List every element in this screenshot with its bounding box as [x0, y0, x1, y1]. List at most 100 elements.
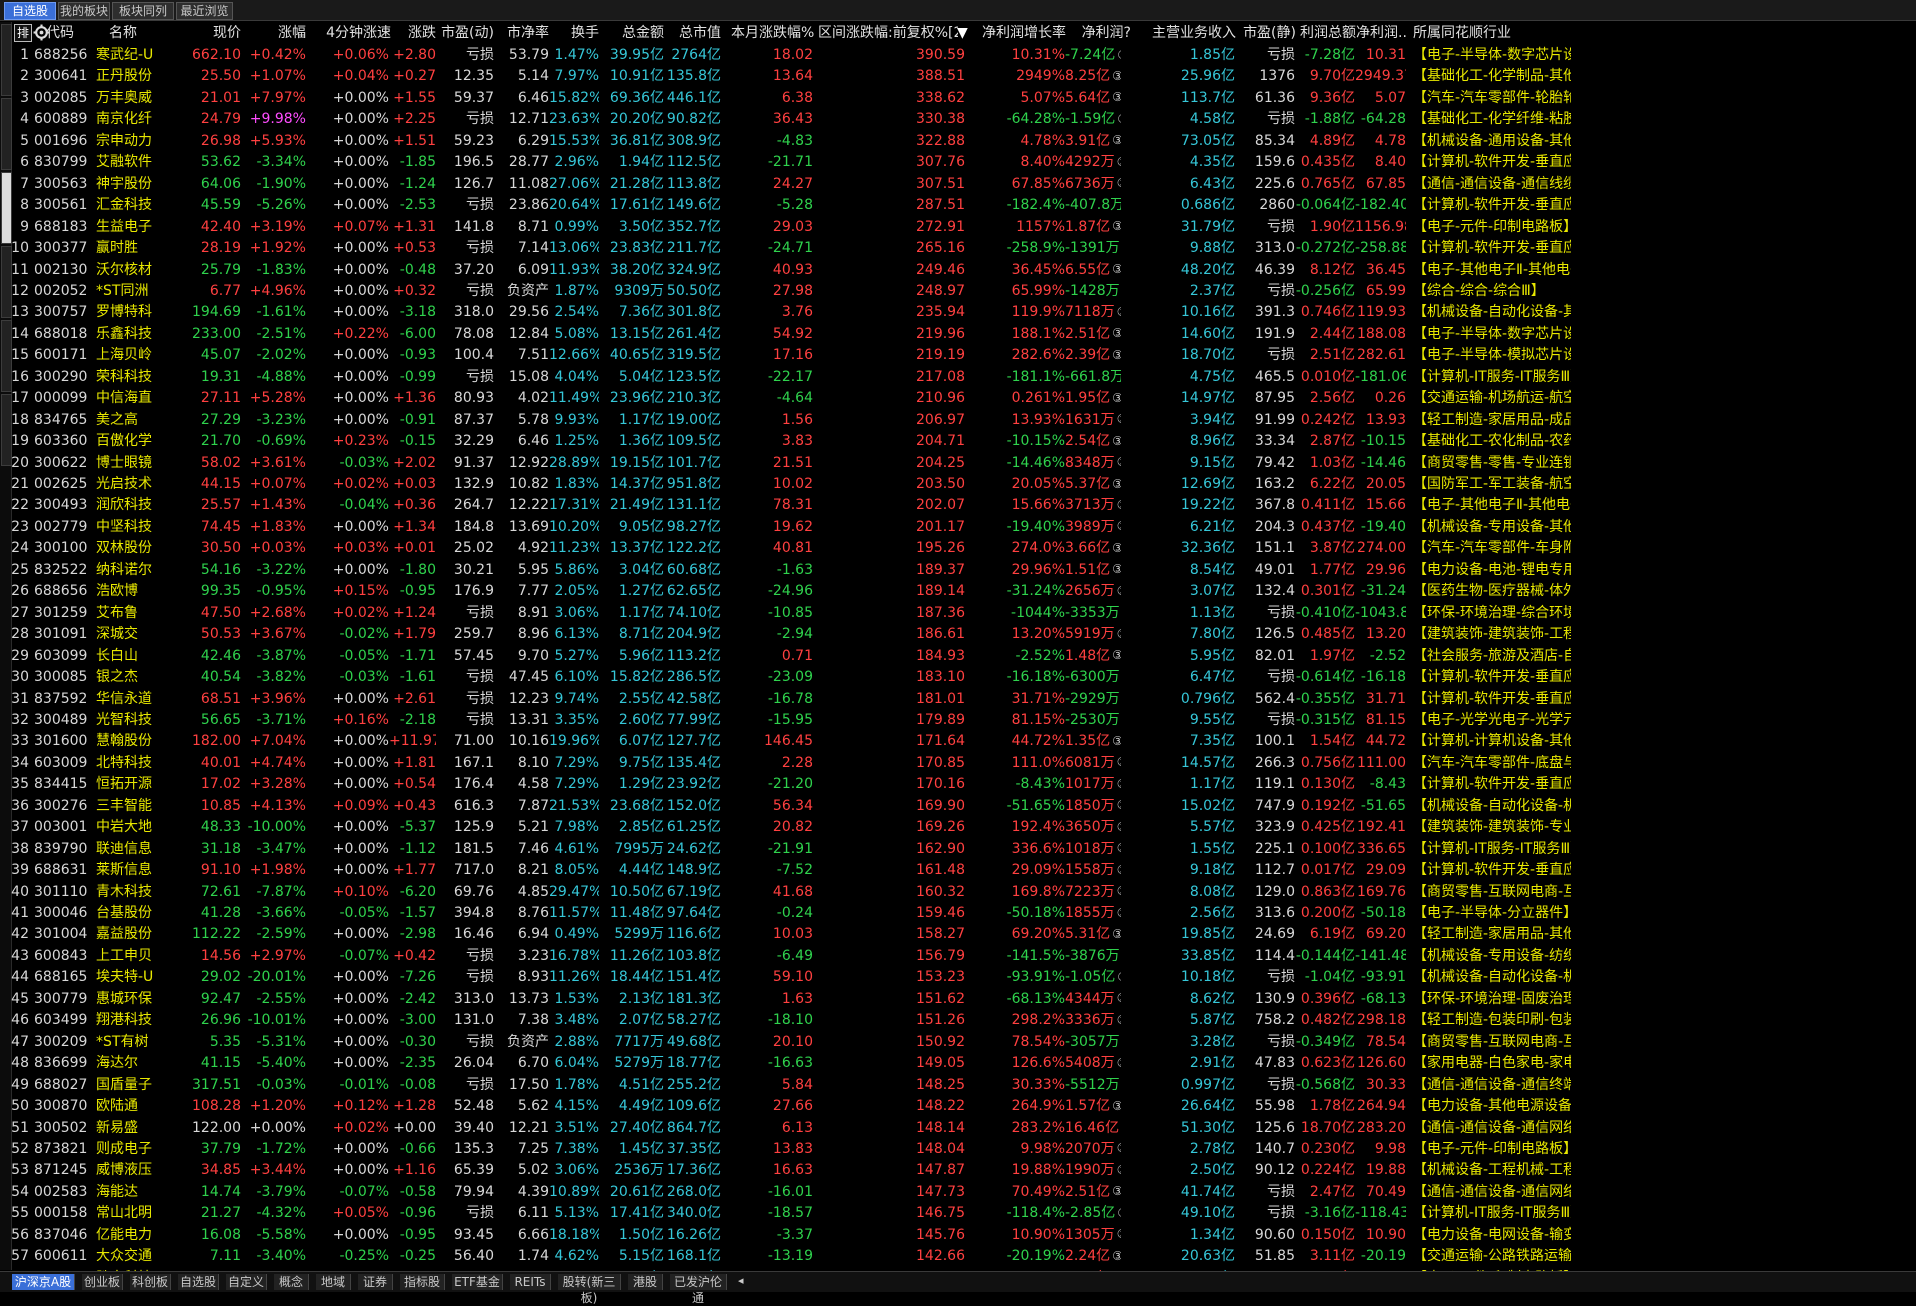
- bottom-tab-12[interactable]: 港股: [628, 1274, 663, 1290]
- industry[interactable]: 【建筑装饰-建筑装饰-专业工...】: [1413, 817, 1571, 838]
- stock-name[interactable]: 亿能电力: [96, 1225, 171, 1246]
- info-badge-icon[interactable]: ③: [1117, 177, 1121, 189]
- industry[interactable]: 【计算机-软件开发-垂直应用...】: [1413, 152, 1571, 173]
- industry[interactable]: 【机械设备-自动化设备-机器...】: [1413, 796, 1571, 817]
- table-row[interactable]: 20 300622 博士眼镜 58.02 +3.61% -0.03% +2.02 91.37 1…: [11, 453, 1916, 474]
- industry[interactable]: 【汽车-汽车零部件-底盘与发...】: [1413, 753, 1571, 774]
- table-row[interactable]: 48 836699 海达尔 41.15 -5.40% +0.00% -2.35 26.04 6.…: [11, 1053, 1916, 1074]
- info-badge-icon[interactable]: ③: [1112, 70, 1121, 82]
- stock-name[interactable]: 光智科技: [96, 710, 171, 731]
- table-row[interactable]: 33 301600 慧翰股份 182.00 +7.04% +0.00% +11.97 71.0…: [11, 731, 1916, 752]
- info-badge-icon[interactable]: ③: [1117, 520, 1121, 532]
- info-badge-icon[interactable]: ③: [1112, 91, 1121, 103]
- stock-name[interactable]: *ST有树: [96, 1032, 171, 1053]
- info-badge-icon[interactable]: ③: [1112, 327, 1121, 339]
- bottom-tab-8[interactable]: 指标股: [400, 1274, 445, 1290]
- stock-name[interactable]: 大众交通: [96, 1246, 171, 1267]
- table-row[interactable]: 1 688256 寒武纪-U 662.10 +0.42% +0.06% +2.80 亏损 53.…: [11, 45, 1916, 66]
- table-row[interactable]: 6 830799 艾融软件 53.62 -3.34% +0.00% -1.85 196.5 28…: [11, 152, 1916, 173]
- col-header-chg[interactable]: 涨跌: [391, 22, 436, 44]
- stock-name[interactable]: 博士眼镜: [96, 453, 171, 474]
- table-row[interactable]: 54 002583 海能达 14.74 -3.79% -0.07% -0.58 79.94 4.…: [11, 1182, 1916, 1203]
- info-badge-icon[interactable]: ③: [1117, 413, 1121, 425]
- info-badge-icon[interactable]: ③: [1117, 113, 1121, 125]
- stock-name[interactable]: 常山北明: [96, 1203, 171, 1224]
- table-row[interactable]: 21 002625 光启技术 44.15 +0.07% +0.02% +0.03 132.9 1…: [11, 474, 1916, 495]
- industry[interactable]: 【计算机-软件开发-垂直应用...】: [1413, 238, 1571, 259]
- table-row[interactable]: 17 000099 中信海直 27.11 +5.28% +0.00% +1.36 80.93 4…: [11, 388, 1916, 409]
- bottom-tab-10[interactable]: REITs: [510, 1274, 551, 1290]
- industry[interactable]: 【基础化工-化学制品-其他化...】: [1413, 66, 1571, 87]
- table-row[interactable]: 9 688183 生益电子 42.40 +3.19% +0.07% +1.31 141.8 8.…: [11, 217, 1916, 238]
- col-header-mktcap[interactable]: 总市值: [666, 22, 721, 44]
- info-badge-icon[interactable]: ③: [1117, 907, 1121, 919]
- col-header-name[interactable]: 名称: [109, 22, 169, 44]
- industry[interactable]: 【电力设备-其他电源设备-其...】: [1413, 1096, 1571, 1117]
- bottom-tab-7[interactable]: 证券: [358, 1274, 393, 1290]
- table-row[interactable]: 12 002052 *ST同洲 6.77 +4.96% +0.00% +0.32 亏损 负资产 1…: [11, 281, 1916, 302]
- table-row[interactable]: 15 600171 上海贝岭 45.07 -2.02% +0.00% -0.93 100.4 7…: [11, 345, 1916, 366]
- table-row[interactable]: 34 603009 北特科技 40.01 +4.74% +0.00% +1.81 167.1 8…: [11, 753, 1916, 774]
- info-badge-icon[interactable]: ③: [1117, 778, 1121, 790]
- col-header-profit-total[interactable]: 利润总额: [1296, 22, 1356, 44]
- info-badge-icon[interactable]: ③: [1112, 735, 1121, 747]
- bottom-tab-2[interactable]: 科创板: [130, 1274, 171, 1290]
- bottom-tab-1[interactable]: 创业板: [82, 1274, 123, 1290]
- industry[interactable]: 【商贸零售-互联网电商-互联...】: [1413, 882, 1571, 903]
- info-badge-icon[interactable]: ③: [1117, 756, 1121, 768]
- table-row[interactable]: 52 873821 则成电子 37.79 -1.72% +0.00% -0.66 135.3 7…: [11, 1139, 1916, 1160]
- table-row[interactable]: 53 871245 威博液压 34.85 +3.44% +0.00% +1.16 65.39 5…: [11, 1160, 1916, 1181]
- sort-button[interactable]: 排: [14, 24, 32, 42]
- table-row[interactable]: 18 834765 美之高 27.29 -3.23% +0.00% -0.91 87.37 5.…: [11, 410, 1916, 431]
- table-row[interactable]: 42 301004 嘉益股份 112.22 -2.59% +0.00% -2.98 16.46…: [11, 924, 1916, 945]
- stock-name[interactable]: 光启技术: [96, 474, 171, 495]
- stock-name[interactable]: 神宇股份: [96, 174, 171, 195]
- industry[interactable]: 【环保-环境治理-固废治理】: [1413, 989, 1571, 1010]
- info-badge-icon[interactable]: ③: [1112, 1185, 1121, 1197]
- table-row[interactable]: 31 837592 华信永道 68.51 +3.96% +0.00% +2.61 亏损 12.2…: [11, 689, 1916, 710]
- info-badge-icon[interactable]: ③: [1112, 435, 1121, 447]
- col-header-pe-dyn[interactable]: 市盈(动): [431, 22, 494, 44]
- info-badge-icon[interactable]: ③: [1117, 971, 1121, 983]
- info-badge-icon[interactable]: ③: [1117, 1142, 1121, 1154]
- col-header-pe-static[interactable]: 市盈(静): [1236, 22, 1296, 44]
- stock-name[interactable]: 欧陆通: [96, 1096, 171, 1117]
- table-row[interactable]: 38 839790 联迪信息 31.18 -3.47% +0.00% -1.12 181.5 7…: [11, 839, 1916, 860]
- info-badge-icon[interactable]: ③: [1117, 1164, 1121, 1176]
- industry[interactable]: 【计算机-IT服务-IT服务Ⅲ】: [1413, 1203, 1571, 1224]
- info-badge-icon[interactable]: ③: [1117, 842, 1121, 854]
- bottom-tab-5[interactable]: 概念: [274, 1274, 309, 1290]
- stock-name[interactable]: 百傲化学: [96, 431, 171, 452]
- table-row[interactable]: 55 000158 常山北明 21.27 -4.32% +0.05% -0.96 亏损 6.11…: [11, 1203, 1916, 1224]
- stock-name[interactable]: 赢时胜: [96, 238, 171, 259]
- info-badge-icon[interactable]: ③: [1117, 1207, 1121, 1219]
- info-badge-icon[interactable]: ③: [1112, 542, 1121, 554]
- info-badge-icon[interactable]: ③: [1117, 628, 1121, 640]
- table-row[interactable]: 19 603360 百傲化学 21.70 -0.69% +0.23% -0.15 32.29 6…: [11, 431, 1916, 452]
- industry[interactable]: 【计算机-IT服务-IT服务Ⅲ】: [1413, 367, 1571, 388]
- col-header-month-pct[interactable]: 本月涨跌幅%: [731, 22, 821, 44]
- industry[interactable]: 【轻工制造-家居用品-成品家...】: [1413, 410, 1571, 431]
- table-row[interactable]: 5 001696 宗申动力 26.98 +5.93% +0.00% +1.51 59.23 6.…: [11, 131, 1916, 152]
- industry[interactable]: 【机械设备-专用设备-其他专...】: [1413, 517, 1571, 538]
- industry[interactable]: 【计算机-软件开发-垂直应用...】: [1413, 689, 1571, 710]
- info-badge-icon[interactable]: ③: [1112, 1100, 1121, 1112]
- industry[interactable]: 【计算机-计算机设备-其他计...】: [1413, 731, 1571, 752]
- stock-name[interactable]: 生益电子: [96, 217, 171, 238]
- stock-name[interactable]: 双林股份: [96, 538, 171, 559]
- col-header-np2[interactable]: 净利润...: [1356, 22, 1406, 44]
- stock-name[interactable]: 上海贝岭: [96, 345, 171, 366]
- table-row[interactable]: 26 688656 浩欧博 99.35 -0.95% +0.15% -0.95 176.9 7.…: [11, 581, 1916, 602]
- stock-name[interactable]: 翔港科技: [96, 1010, 171, 1031]
- industry[interactable]: 【国防军工-军工装备-航空装...】: [1413, 474, 1571, 495]
- table-row[interactable]: 39 688631 莱斯信息 91.10 +1.98% +0.00% +1.77 717.0 8…: [11, 860, 1916, 881]
- table-row[interactable]: 36 300276 三丰智能 10.85 +4.13% +0.09% +0.43 616.3 7…: [11, 796, 1916, 817]
- table-row[interactable]: 35 834415 恒拓开源 17.02 +3.28% +0.00% +0.54 176.4 4…: [11, 774, 1916, 795]
- table-row[interactable]: 2 300641 正丹股份 25.50 +1.07% +0.04% +0.27 12.35 5.…: [11, 66, 1916, 87]
- top-tab-3[interactable]: 最近浏览: [176, 2, 233, 20]
- industry[interactable]: 【机械设备-通用设备-其他通...】: [1413, 131, 1571, 152]
- industry[interactable]: 【通信-通信设备-通信网络设...】: [1413, 1118, 1571, 1139]
- stock-name[interactable]: 嘉益股份: [96, 924, 171, 945]
- table-row[interactable]: 40 301110 青木科技 72.61 -7.87% +0.10% -6.20 69.76 4…: [11, 882, 1916, 903]
- bottom-tab-13[interactable]: 已发沪伦通: [670, 1274, 727, 1305]
